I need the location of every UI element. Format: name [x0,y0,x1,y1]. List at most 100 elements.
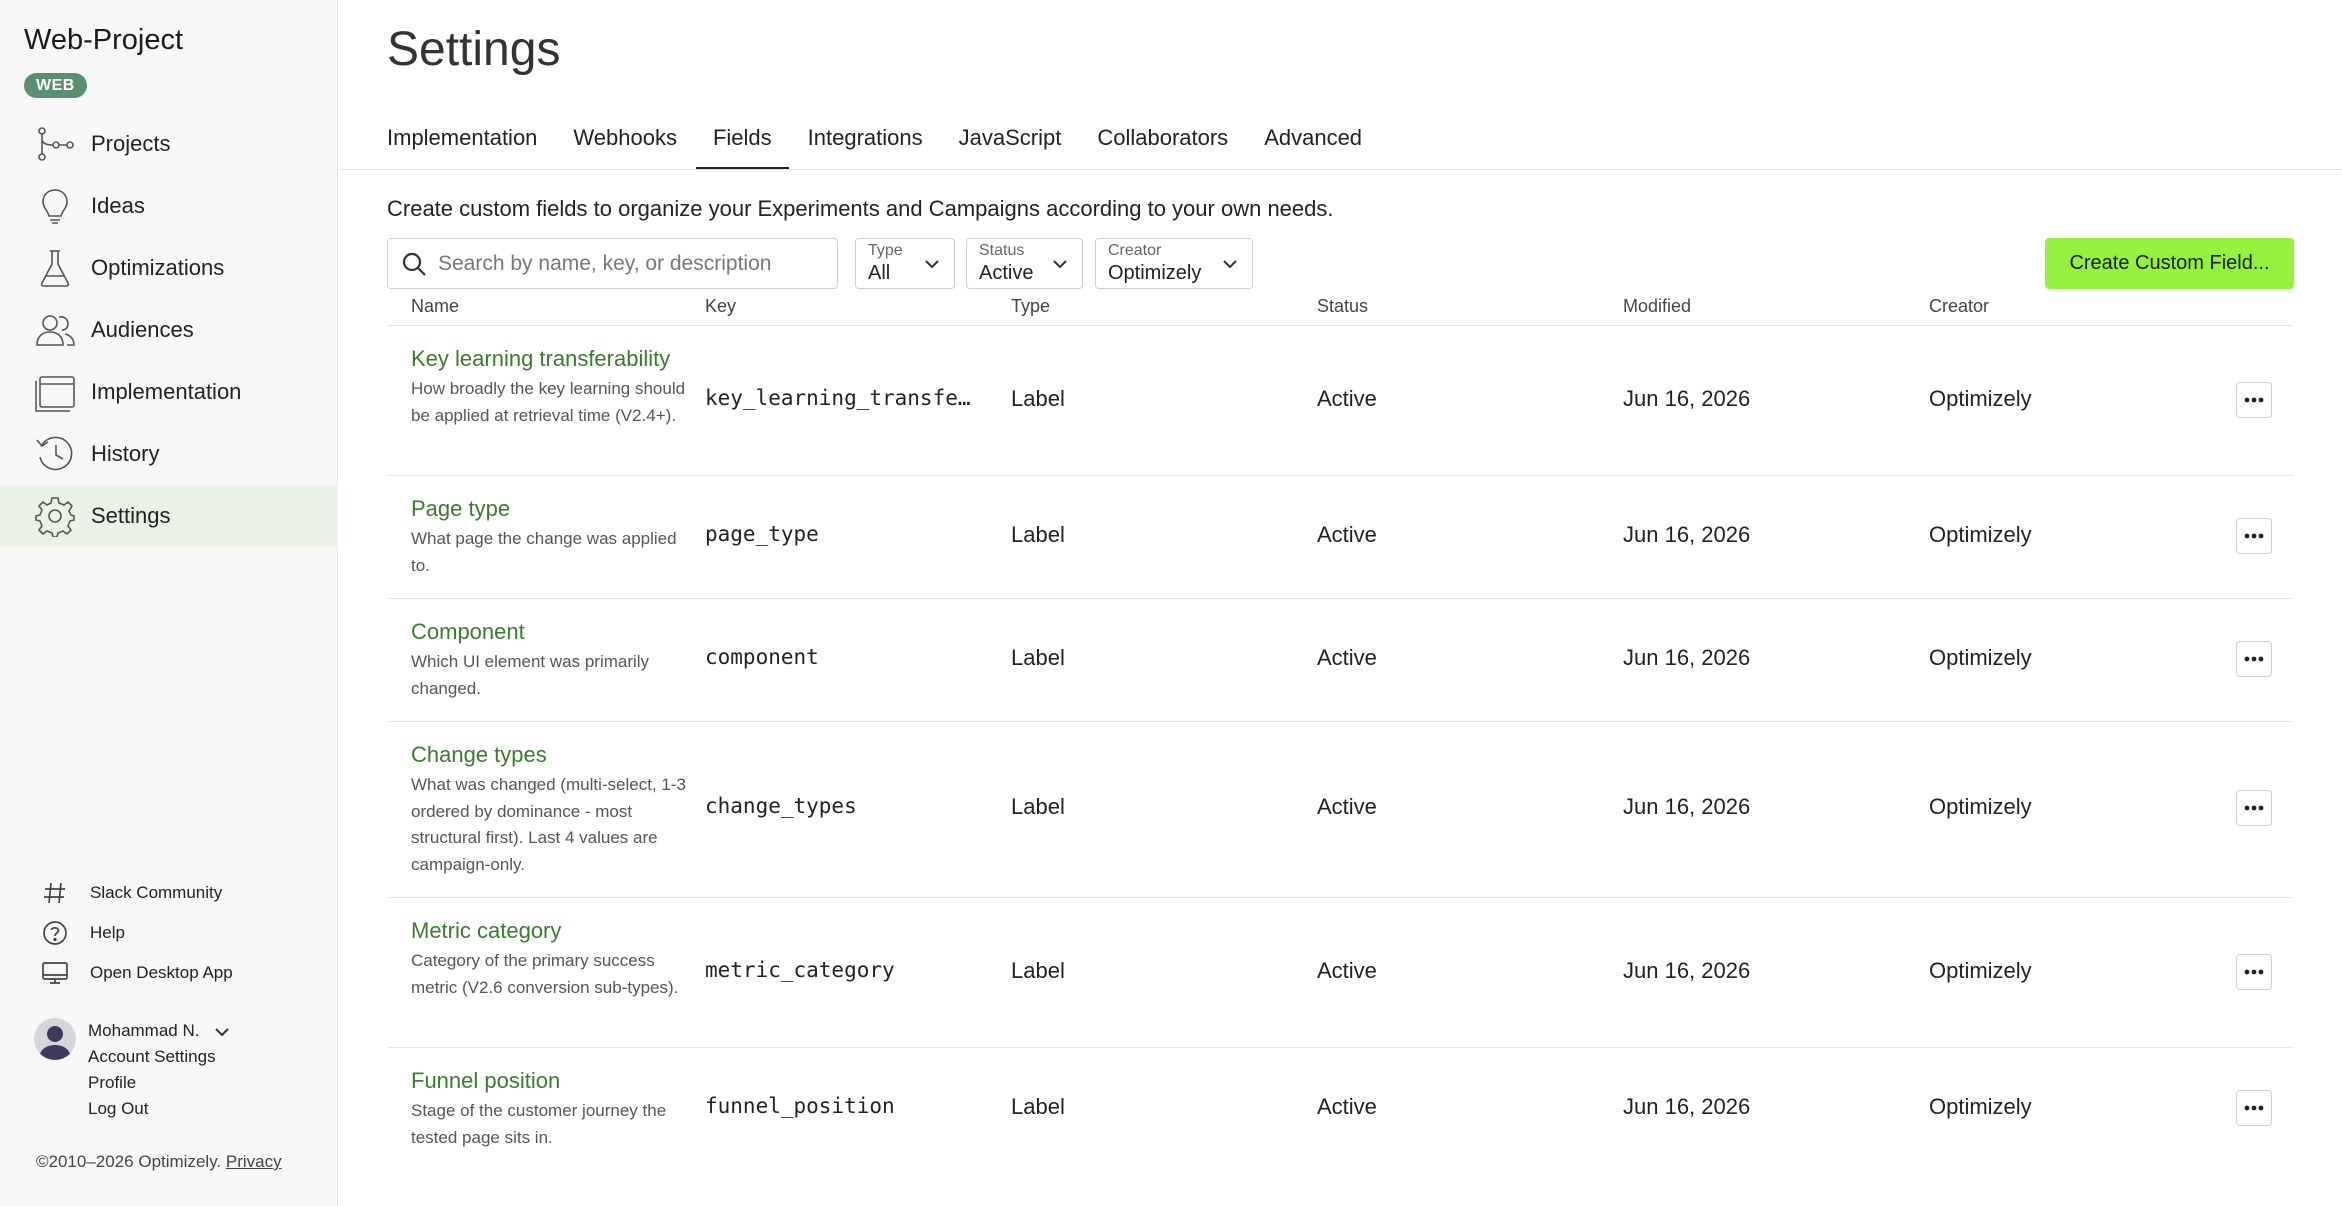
table-row: Key learning transferability How broadly… [387,326,2294,476]
field-type: Label [1011,386,1065,411]
profile-link[interactable]: Profile [88,1073,136,1093]
tab-collaborators[interactable]: Collaborators [1097,118,1228,170]
copyright-text: ©2010–2026 Optimizely. [36,1152,222,1171]
audiences-icon [34,309,76,351]
sidebar: Web-Project WEB Projects Ideas Optimizat… [0,0,338,1206]
row-actions-button[interactable] [2236,641,2272,677]
sidebar-item-implementation[interactable]: Implementation [0,361,338,423]
table-header: Name Key Type Status Modified Creator [387,292,2294,326]
log-out-link[interactable]: Log Out [88,1099,149,1119]
open-desktop-app-link[interactable]: Open Desktop App [40,953,233,993]
field-creator: Optimizely [1929,1094,2032,1119]
slack-community-link[interactable]: Slack Community [40,873,233,913]
sidebar-item-label: Ideas [91,193,145,218]
tab-integrations[interactable]: Integrations [808,118,923,170]
type-filter-label: Type [868,242,903,259]
type-filter-dropdown[interactable]: Type All [855,238,955,289]
field-type: Label [1011,645,1065,670]
row-actions-button[interactable] [2236,954,2272,990]
creator-filter-dropdown[interactable]: Creator Optimizely [1095,238,1253,289]
sidebar-item-label: Settings [91,503,171,528]
settings-tabs: Implementation Webhooks Fields Integrati… [387,118,1398,170]
field-key: change_types [705,794,857,818]
field-creator: Optimizely [1929,645,2032,670]
status-filter-dropdown[interactable]: Status Active [966,238,1083,289]
hash-icon [40,878,70,908]
field-description: How broadly the key learning should be a… [411,379,686,425]
field-status: Active [1317,522,1377,547]
tab-implementation[interactable]: Implementation [387,118,537,170]
browser-window-icon [34,371,76,413]
monitor-icon [40,958,70,988]
sidebar-footer-links: Slack Community Help Open Desktop App [40,873,233,993]
privacy-link[interactable]: Privacy [226,1152,282,1171]
tab-webhooks[interactable]: Webhooks [573,118,677,170]
field-status: Active [1317,794,1377,819]
field-name-link[interactable]: Funnel position [411,1068,686,1094]
column-header-type[interactable]: Type [1011,296,1050,317]
field-key: component [705,645,819,669]
field-name-link[interactable]: Component [411,619,686,645]
field-modified: Jun 16, 2026 [1623,522,1751,547]
field-name-link[interactable]: Metric category [411,918,686,944]
field-name-link[interactable]: Page type [411,496,686,522]
row-actions-button[interactable] [2236,790,2272,826]
field-name-link[interactable]: Change types [411,742,686,768]
tabs-divider [339,169,2342,170]
field-description: What page the change was applied to. [411,529,677,575]
field-creator: Optimizely [1929,522,2032,547]
sidebar-item-settings[interactable]: Settings [0,485,338,547]
slack-community-label: Slack Community [90,883,223,902]
table-row: Page type What page the change was appli… [387,476,2294,599]
column-header-status[interactable]: Status [1317,296,1368,317]
row-actions-button[interactable] [2236,1090,2272,1126]
tab-fields[interactable]: Fields [696,118,789,170]
user-name[interactable]: Mohammad N. [88,1021,199,1041]
fields-table: Name Key Type Status Modified Creator Ke… [387,292,2294,1168]
sidebar-item-label: History [91,441,160,466]
sidebar-item-optimizations[interactable]: Optimizations [0,237,338,299]
field-description: Which UI element was primarily changed. [411,652,650,698]
field-name-cell: Page type What page the change was appli… [411,496,686,579]
more-options-icon [2244,656,2264,662]
field-status: Active [1317,1094,1377,1119]
column-header-modified[interactable]: Modified [1623,296,1691,317]
tab-advanced[interactable]: Advanced [1264,118,1362,170]
sidebar-item-history[interactable]: History [0,423,338,485]
lightbulb-icon [34,185,76,227]
avatar[interactable] [34,1018,76,1060]
account-settings-link[interactable]: Account Settings [88,1047,216,1067]
field-name-link[interactable]: Key learning transferability [411,346,686,372]
search-input[interactable] [438,251,828,276]
help-link[interactable]: Help [40,913,233,953]
create-custom-field-button[interactable]: Create Custom Field... [2045,238,2294,289]
field-name-cell: Key learning transferability How broadly… [411,346,686,429]
tab-javascript[interactable]: JavaScript [959,118,1062,170]
field-modified: Jun 16, 2026 [1623,794,1751,819]
field-description: Stage of the customer journey the tested… [411,1101,667,1147]
field-key: metric_category [705,958,895,982]
more-options-icon [2244,969,2264,975]
field-status: Active [1317,958,1377,983]
chevron-down-icon[interactable] [212,1024,232,1040]
column-header-key[interactable]: Key [705,296,736,317]
column-header-creator[interactable]: Creator [1929,296,1989,317]
row-actions-button[interactable] [2236,382,2272,418]
sidebar-item-projects[interactable]: Projects [0,113,338,175]
type-filter-value: All [868,262,891,284]
field-type: Label [1011,794,1065,819]
row-actions-button[interactable] [2236,518,2272,554]
sidebar-item-label: Audiences [91,317,194,342]
chevron-down-icon [925,260,939,269]
sidebar-item-audiences[interactable]: Audiences [0,299,338,361]
column-header-name[interactable]: Name [411,296,459,317]
history-icon [34,433,76,475]
sidebar-item-ideas[interactable]: Ideas [0,175,338,237]
search-box [387,238,838,289]
copyright: ©2010–2026 Optimizely. Privacy [36,1152,282,1172]
table-row: Change types What was changed (multi-sel… [387,722,2294,898]
table-row: Component Which UI element was primarily… [387,599,2294,722]
sidebar-item-label: Optimizations [91,255,225,280]
field-modified: Jun 16, 2026 [1623,1094,1751,1119]
more-options-icon [2244,397,2264,403]
